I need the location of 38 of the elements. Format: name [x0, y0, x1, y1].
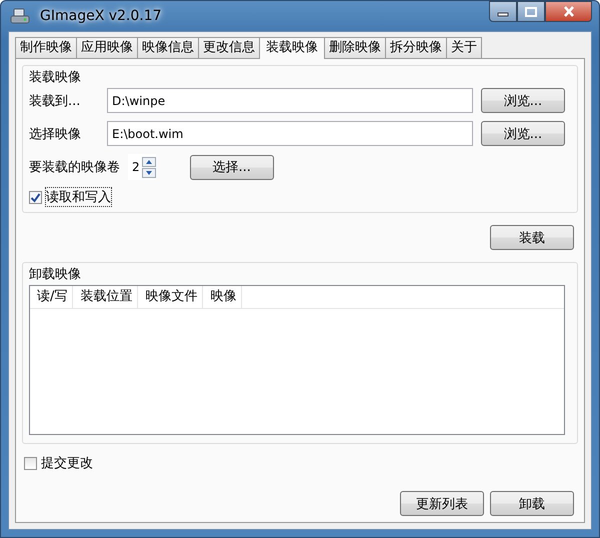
column-header[interactable]: 读/写: [30, 286, 74, 308]
tab[interactable]: 关于: [446, 37, 482, 58]
tab[interactable]: 应用映像: [76, 37, 138, 58]
tab[interactable]: 制作映像: [15, 37, 77, 58]
tab[interactable]: 映像信息: [137, 37, 199, 58]
select-button[interactable]: 选择...: [190, 154, 274, 180]
close-button[interactable]: [545, 1, 592, 22]
tab[interactable]: 删除映像: [324, 37, 386, 58]
close-icon: [562, 6, 574, 17]
field-label: 选择映像: [29, 126, 82, 142]
path-field[interactable]: E:\boot.wim: [107, 121, 473, 146]
field-label: 装载到...: [29, 92, 82, 110]
dialog-button[interactable]: 卸载: [490, 491, 574, 516]
mounted-images-list[interactable]: 读/写 装载位置 映像文件 映像: [29, 285, 565, 435]
dialog-button[interactable]: 更新列表: [400, 491, 484, 516]
column-header[interactable]: 装载位置: [73, 286, 138, 308]
mount-button[interactable]: 装载: [490, 225, 574, 250]
column-header[interactable]: 映像文件: [138, 286, 204, 308]
checkbox[interactable]: [29, 190, 42, 204]
field-label: 要装载的映像卷: [29, 159, 120, 176]
browse-button[interactable]: 浏览...: [481, 121, 565, 146]
browse-button[interactable]: 浏览...: [481, 88, 565, 113]
tab[interactable]: 拆分映像: [385, 37, 447, 58]
maximize-icon: [525, 6, 537, 16]
path-field[interactable]: D:\winpe: [107, 88, 473, 113]
checkbox-label[interactable]: 读取和写入: [46, 188, 111, 206]
group-title: 装载映像: [29, 69, 81, 86]
column-header[interactable]: 映像: [203, 286, 242, 308]
tab[interactable]: 装载映像: [259, 37, 325, 59]
checkbox-label: 提交更改: [41, 455, 93, 472]
disk-drive-icon: [10, 7, 30, 25]
volume-spinner[interactable]: 2: [128, 154, 156, 180]
checkbox[interactable]: [24, 456, 37, 470]
group-title: 卸载映像: [29, 266, 81, 283]
minimize-button[interactable]: [489, 1, 517, 22]
tab[interactable]: 更改信息: [198, 37, 260, 58]
window-title: GImageX v2.0.17: [39, 8, 163, 24]
maximize-button[interactable]: [517, 1, 545, 22]
